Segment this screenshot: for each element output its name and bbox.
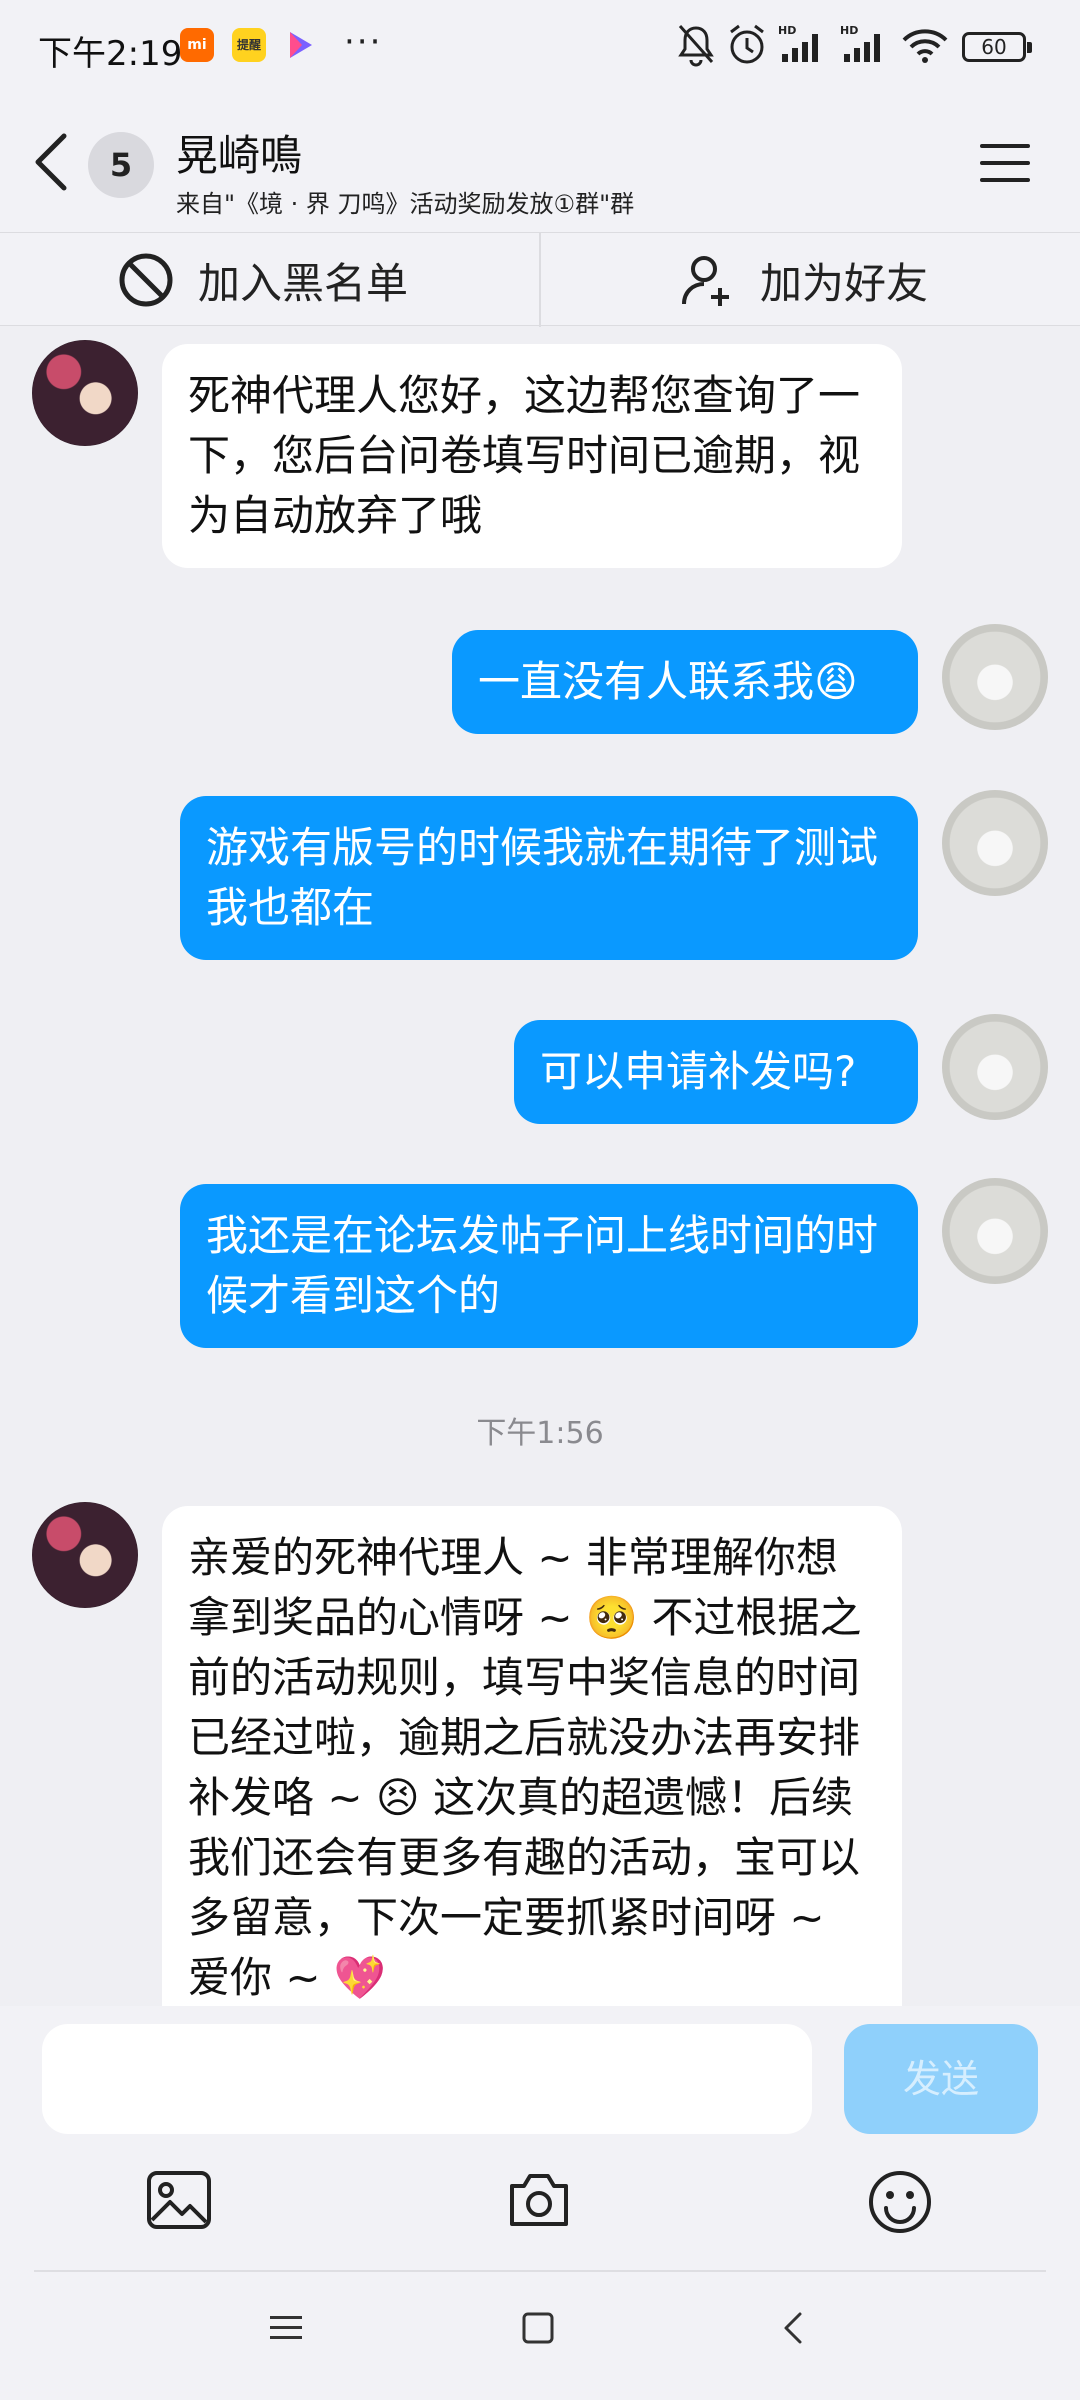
image-icon[interactable] xyxy=(146,2170,212,2234)
battery-indicator: 60 xyxy=(962,32,1032,62)
emoji-icon[interactable] xyxy=(868,2170,932,2238)
camera-icon[interactable] xyxy=(506,2170,572,2234)
my-avatar[interactable] xyxy=(942,790,1048,896)
outgoing-message[interactable]: 游戏有版号的时候我就在期待了测试我也都在 xyxy=(180,796,918,960)
incoming-message[interactable]: 亲爱的死神代理人 ~ 非常理解你想拿到奖品的心情呀 ~ 🥺 不过根据之前的活动规… xyxy=(162,1506,902,2006)
message-list[interactable]: 死神代理人您好，这边帮您查询了一下，您后台问卷填写时间已逾期，视为自动放弃了哦 … xyxy=(0,326,1080,2006)
back-arrow-icon[interactable] xyxy=(30,130,74,198)
svg-text:HD: HD xyxy=(778,24,796,37)
alarm-icon xyxy=(726,22,768,72)
outgoing-message[interactable]: 可以申请补发吗? xyxy=(514,1020,918,1124)
status-bar: 下午2:19 mi 提醒 ··· HD HD 60 xyxy=(0,0,1080,96)
contact-avatar[interactable] xyxy=(32,340,138,446)
nav-back-icon[interactable] xyxy=(776,2310,812,2350)
home-icon[interactable] xyxy=(520,2310,556,2350)
incoming-message[interactable]: 死神代理人您好，这边帮您查询了一下，您后台问卷填写时间已逾期，视为自动放弃了哦 xyxy=(162,344,902,568)
message-input[interactable] xyxy=(42,2024,812,2134)
add-user-icon xyxy=(682,256,729,306)
message-timestamp: 下午1:56 xyxy=(476,1416,604,1451)
recent-apps-icon[interactable] xyxy=(268,2310,304,2350)
signal-2-icon: HD xyxy=(838,22,888,72)
outgoing-message[interactable]: 一直没有人联系我😩 xyxy=(452,630,918,734)
play-app-icon xyxy=(282,28,316,62)
add-to-blacklist-button[interactable]: 加入黑名单 xyxy=(118,233,408,327)
svg-text:HD: HD xyxy=(840,24,858,37)
action-bar: 加入黑名单 加为好友 xyxy=(0,232,1080,327)
add-friend-label: 加为好友 xyxy=(760,258,929,308)
chat-subtitle: 来自"《境 · 界 刀鸣》活动奖励发放①群"群 xyxy=(176,190,635,218)
add-friend-button[interactable]: 加为好友 xyxy=(680,233,928,327)
toolbar-divider xyxy=(34,2270,1046,2272)
unread-count-badge[interactable]: 5 xyxy=(88,132,154,198)
contact-avatar[interactable] xyxy=(32,1502,138,1608)
wifi-icon xyxy=(900,22,950,72)
block-icon xyxy=(119,253,173,307)
my-avatar[interactable] xyxy=(942,1014,1048,1120)
menu-icon[interactable] xyxy=(978,140,1032,190)
outgoing-message[interactable]: 我还是在论坛发帖子问上线时间的时候才看到这个的 xyxy=(180,1184,918,1348)
send-button[interactable]: 发送 xyxy=(844,2024,1038,2134)
more-notifications-icon: ··· xyxy=(344,22,383,62)
my-avatar[interactable] xyxy=(942,624,1048,730)
mi-app-icon: mi xyxy=(180,28,214,62)
mute-icon xyxy=(676,22,716,72)
status-time: 下午2:19 xyxy=(38,34,183,74)
chat-title: 晃崎鳴 xyxy=(176,131,303,180)
reminder-app-icon: 提醒 xyxy=(232,28,266,62)
action-divider xyxy=(539,233,541,327)
blacklist-label: 加入黑名单 xyxy=(198,258,409,308)
signal-1-icon: HD xyxy=(776,22,826,72)
my-avatar[interactable] xyxy=(942,1178,1048,1284)
